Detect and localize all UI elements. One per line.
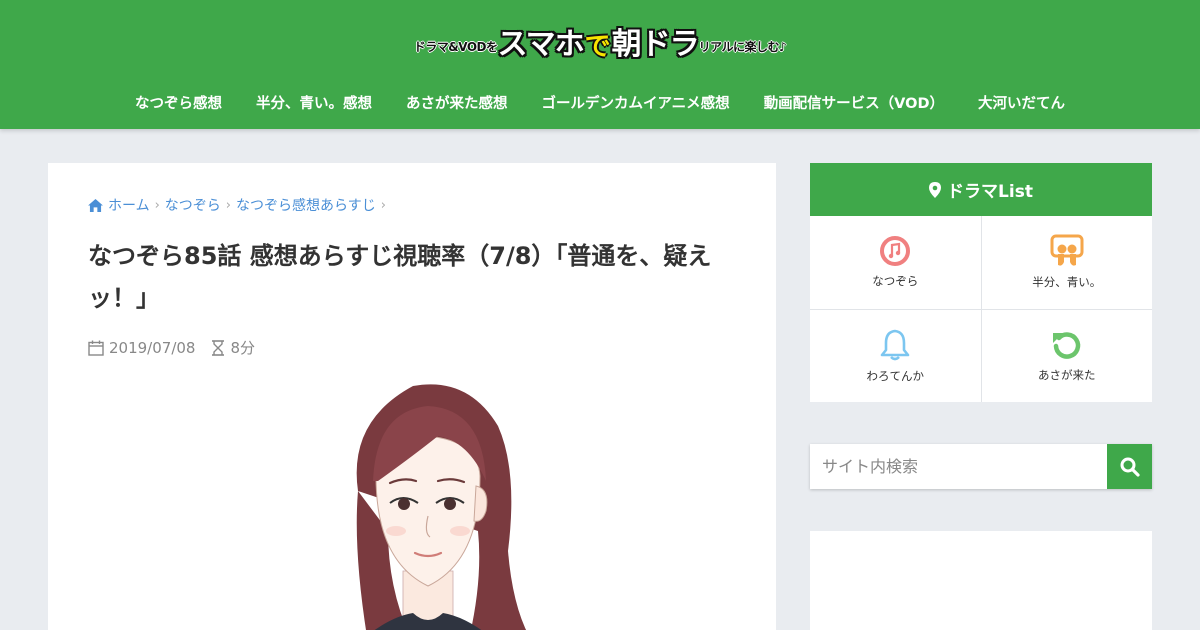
logo-part2: 朝ドラ (611, 27, 700, 62)
nav-item-natsuzora[interactable]: なつぞら感想 (118, 92, 239, 113)
search-input[interactable] (810, 444, 1107, 489)
hourglass-icon (212, 339, 225, 356)
bell-icon (880, 329, 910, 361)
calendar-icon (88, 340, 104, 356)
logo-prefix: ドラマ&VODを (413, 40, 498, 54)
chevron-right-icon: › (154, 197, 160, 213)
slideshare-icon (1050, 234, 1084, 266)
search-button[interactable] (1107, 444, 1152, 489)
map-pin-icon (929, 181, 942, 198)
drama-item-label: 半分、青い。 (1032, 275, 1102, 290)
drama-item-asagakita[interactable]: あさが来た (981, 309, 1152, 402)
drama-item-warotenka[interactable]: わろてんか (810, 309, 981, 402)
nav-item-hanbun-aoi[interactable]: 半分、青い。感想 (239, 92, 389, 113)
nav-item-asagakita[interactable]: あさが来た感想 (389, 92, 525, 113)
nav-item-idaten[interactable]: 大河いだてん (961, 92, 1082, 113)
breadcrumb: ホーム › なつぞら › なつぞら感想あらすじ › (88, 195, 391, 215)
search-icon (1120, 457, 1140, 477)
home-icon (88, 198, 103, 212)
breadcrumb-home[interactable]: ホーム (108, 195, 150, 215)
logo-part1: スマホ (497, 27, 585, 62)
breadcrumb-natsuzora[interactable]: なつぞら (165, 195, 221, 215)
site-logo[interactable]: ドラマ&VODを スマホ で 朝ドラ リアルに楽しむ♪ (0, 20, 1200, 62)
site-header: ドラマ&VODを スマホ で 朝ドラ リアルに楽しむ♪ なつぞら感想 半分、青い… (0, 0, 1200, 129)
drama-item-label: なつぞら (872, 274, 919, 289)
article-card: ホーム › なつぞら › なつぞら感想あらすじ › なつぞら85話 感想あらすじ… (48, 163, 776, 630)
nav-item-vod[interactable]: 動画配信サービス（VOD） (747, 92, 961, 113)
post-date: 2019/07/08 (109, 338, 196, 357)
chevron-right-icon: › (380, 197, 386, 213)
page-title: なつぞら85話 感想あらすじ視聴率（7/8）「普通を、疑えッ！」 (88, 242, 712, 312)
nav-item-golden-kamuy[interactable]: ゴールデンカムイアニメ感想 (524, 92, 746, 113)
widget-title-text: ドラマList (947, 182, 1033, 202)
site-search (810, 444, 1152, 489)
sidebar-ad-box (810, 531, 1152, 630)
logo-suffix: リアルに楽しむ♪ (698, 40, 787, 54)
refresh-icon (1052, 332, 1080, 359)
chevron-right-icon: › (225, 197, 231, 213)
music-disc-icon (880, 236, 911, 267)
drama-item-hanbun-aoi[interactable]: 半分、青い。 (981, 216, 1152, 309)
hero-illustration (356, 384, 527, 630)
drama-item-label: わろてんか (866, 368, 925, 383)
logo-de: で (584, 32, 611, 62)
post-meta: 2019/07/08 8分 (88, 337, 255, 358)
drama-list-widget-title: ドラマList (810, 163, 1152, 216)
drama-item-natsuzora[interactable]: なつぞら (810, 216, 981, 309)
breadcrumb-category[interactable]: なつぞら感想あらすじ (236, 195, 376, 215)
drama-item-label: あさが来た (1038, 367, 1096, 382)
drama-list-grid: なつぞら 半分、青い。 わろてんか あさが来た (810, 216, 1152, 402)
global-nav: なつぞら感想 半分、青い。感想 あさが来た感想 ゴールデンカムイアニメ感想 動画… (0, 92, 1200, 113)
read-time: 8分 (230, 339, 256, 357)
